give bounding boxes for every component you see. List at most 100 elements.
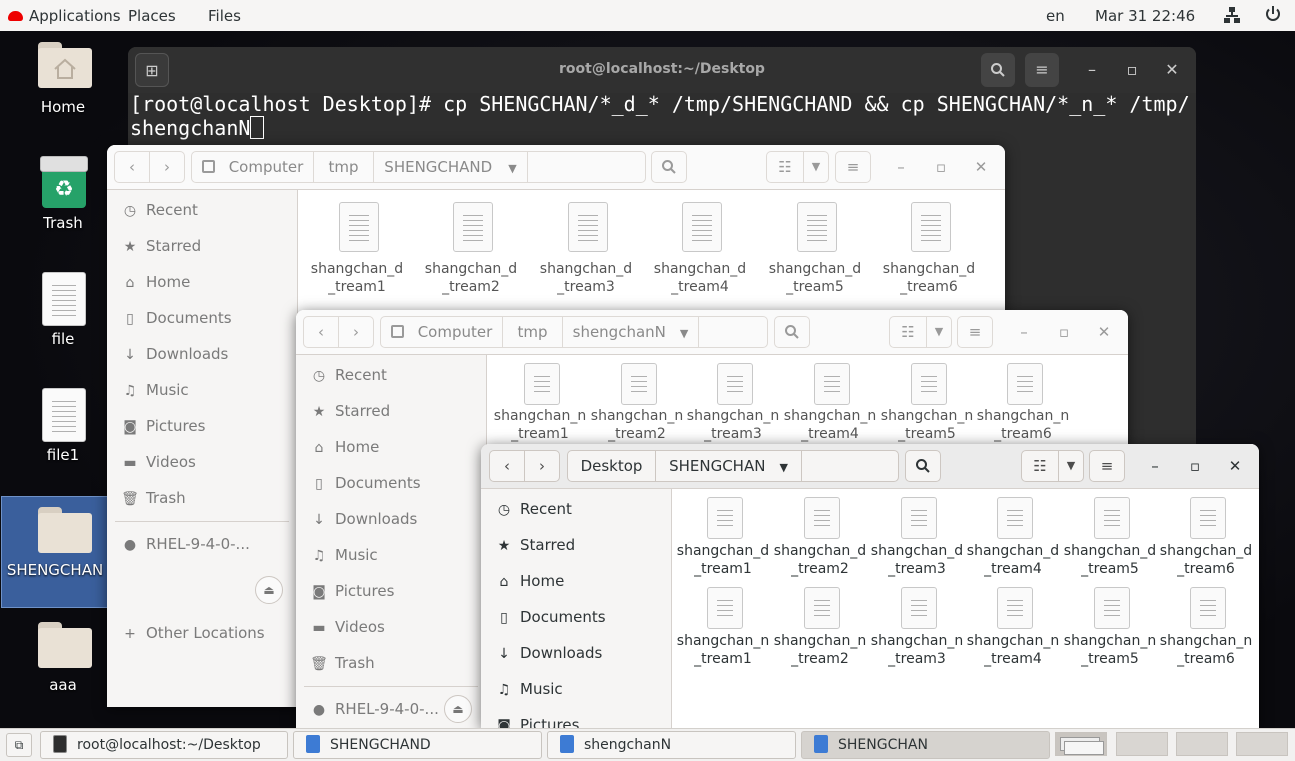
file-item[interactable]: shangchan_d_tream1 bbox=[675, 497, 771, 577]
crumb-tmp[interactable]: tmp bbox=[503, 317, 563, 347]
minimize-icon[interactable]: – bbox=[1075, 53, 1109, 87]
sidebar-item-recent[interactable]: ◷ Recent bbox=[310, 366, 387, 386]
minimize-icon[interactable]: – bbox=[1139, 450, 1171, 482]
sidebar-item-device[interactable]: ● RHEL-9-4-0-... bbox=[121, 535, 250, 555]
file-item[interactable]: shangchan_n_tream5 bbox=[1062, 587, 1158, 667]
language-indicator[interactable]: en bbox=[1046, 7, 1065, 25]
workspace-3[interactable] bbox=[1176, 732, 1228, 756]
file-item[interactable]: shangchan_n_tream6 bbox=[1158, 587, 1254, 667]
forward-button[interactable]: › bbox=[524, 450, 560, 482]
sidebar-item-device[interactable]: ● RHEL-9-4-0-... bbox=[310, 700, 439, 720]
task-terminal[interactable]: root@localhost:~/Desktop bbox=[40, 731, 288, 759]
file-item[interactable]: shangchan_d_tream3 bbox=[869, 497, 965, 577]
terminal-output[interactable]: [root@localhost Desktop]# cp SHENGCHAN/*… bbox=[130, 93, 1190, 140]
sidebar-item-documents[interactable]: ▯ Documents bbox=[310, 474, 420, 494]
task-shengchann[interactable]: shengchanN bbox=[547, 731, 796, 759]
sidebar-item-recent[interactable]: ◷ Recent bbox=[495, 500, 572, 520]
sidebar-item-recent[interactable]: ◷ Recent bbox=[121, 201, 198, 221]
sidebar-item-music[interactable]: ♫ Music bbox=[310, 546, 378, 566]
maximize-icon[interactable]: ▫ bbox=[1048, 316, 1080, 348]
view-list-button[interactable]: ☷ bbox=[1021, 450, 1059, 482]
file-item[interactable]: shangchan_n_tream4 bbox=[782, 363, 878, 443]
network-wired-icon[interactable] bbox=[1224, 6, 1240, 28]
sidebar-item-starred[interactable]: ★ Starred bbox=[121, 237, 201, 257]
file-item[interactable]: shangchan_d_tream4 bbox=[652, 202, 748, 295]
file-item[interactable]: shangchan_n_tream1 bbox=[492, 363, 588, 443]
file-item[interactable]: shangchan_n_tream4 bbox=[965, 587, 1061, 667]
view-list-button[interactable]: ☷ bbox=[889, 316, 927, 348]
close-icon[interactable]: ✕ bbox=[1088, 316, 1120, 348]
sidebar-item-music[interactable]: ♫ Music bbox=[121, 381, 189, 401]
sidebar-item-documents[interactable]: ▯ Documents bbox=[121, 309, 231, 329]
file-item[interactable]: shangchan_n_tream2 bbox=[772, 587, 868, 667]
maximize-icon[interactable]: ▫ bbox=[1179, 450, 1211, 482]
sidebar-item-videos[interactable]: ▬ Videos bbox=[121, 453, 195, 473]
desktop-icon-aaa[interactable]: aaa bbox=[10, 620, 118, 700]
back-button[interactable]: ‹ bbox=[114, 151, 150, 183]
menu-button[interactable]: ≡ bbox=[835, 151, 871, 183]
sidebar-item-home[interactable]: ⌂ Home bbox=[121, 273, 191, 293]
sidebar-item-starred[interactable]: ★ Starred bbox=[495, 536, 575, 556]
workspace-1[interactable] bbox=[1055, 732, 1107, 756]
file-item[interactable]: shangchan_n_tream1 bbox=[675, 587, 771, 667]
file-item[interactable]: shangchan_d_tream4 bbox=[965, 497, 1061, 577]
crumb-tmp[interactable]: tmp bbox=[314, 152, 374, 182]
view-options-button[interactable]: ▼ bbox=[1058, 450, 1084, 482]
file-item[interactable]: shangchan_d_tream1 bbox=[309, 202, 405, 295]
crumb-desktop[interactable]: Desktop bbox=[568, 451, 656, 481]
hamburger-menu-icon[interactable]: ≡ bbox=[1025, 53, 1059, 87]
desktop-icon-file[interactable]: file bbox=[10, 272, 118, 352]
search-button[interactable] bbox=[905, 450, 941, 482]
forward-button[interactable]: › bbox=[338, 316, 374, 348]
search-button[interactable] bbox=[651, 151, 687, 183]
power-icon[interactable] bbox=[1265, 5, 1281, 27]
sidebar-item-pictures[interactable]: ◙ Pictures bbox=[121, 417, 205, 437]
file-item[interactable]: shangchan_n_tream5 bbox=[879, 363, 975, 443]
view-options-button[interactable]: ▼ bbox=[926, 316, 952, 348]
file-item[interactable]: shangchan_n_tream3 bbox=[869, 587, 965, 667]
file-item[interactable]: shangchan_n_tream3 bbox=[685, 363, 781, 443]
file-item[interactable]: shangchan_d_tream3 bbox=[538, 202, 634, 295]
search-icon[interactable] bbox=[981, 53, 1015, 87]
back-button[interactable]: ‹ bbox=[303, 316, 339, 348]
sidebar-item-trash[interactable]: 🗑 Trash bbox=[310, 654, 375, 674]
eject-icon[interactable]: ⏏ bbox=[255, 576, 283, 604]
crumb-computer[interactable]: Computer bbox=[192, 152, 314, 182]
sidebar-item-other-locations[interactable]: + Other Locations bbox=[121, 624, 265, 644]
menu-button[interactable]: ≡ bbox=[957, 316, 993, 348]
file-item[interactable]: shangchan_d_tream2 bbox=[772, 497, 868, 577]
forward-button[interactable]: › bbox=[149, 151, 185, 183]
sidebar-item-downloads[interactable]: ↓ Downloads bbox=[310, 510, 417, 530]
sidebar-item-pictures[interactable]: ◙ Pictures bbox=[310, 582, 394, 602]
file-item[interactable]: shangchan_d_tream2 bbox=[423, 202, 519, 295]
view-list-button[interactable]: ☷ bbox=[766, 151, 804, 183]
back-button[interactable]: ‹ bbox=[489, 450, 525, 482]
task-shengchan[interactable]: SHENGCHAN bbox=[801, 731, 1050, 759]
crumb-shengchann[interactable]: shengchanN ▼ bbox=[563, 317, 699, 347]
desktop-icon-home[interactable]: Home bbox=[10, 42, 118, 122]
file-item[interactable]: shangchan_d_tream5 bbox=[767, 202, 863, 295]
sidebar-item-trash[interactable]: 🗑 Trash bbox=[121, 489, 186, 509]
applications-menu[interactable]: Applications bbox=[8, 7, 121, 25]
file-item[interactable]: shangchan_d_tream6 bbox=[881, 202, 977, 295]
sidebar-item-documents[interactable]: ▯ Documents bbox=[495, 608, 605, 628]
file-item[interactable]: shangchan_d_tream6 bbox=[1158, 497, 1254, 577]
show-desktop-icon[interactable]: ⧉ bbox=[6, 733, 32, 757]
sidebar-item-music[interactable]: ♫ Music bbox=[495, 680, 563, 700]
sidebar-item-home[interactable]: ⌂ Home bbox=[495, 572, 565, 592]
sidebar-item-downloads[interactable]: ↓ Downloads bbox=[495, 644, 602, 664]
task-shengchand[interactable]: SHENGCHAND bbox=[293, 731, 542, 759]
sidebar-item-home[interactable]: ⌂ Home bbox=[310, 438, 380, 458]
workspace-2[interactable] bbox=[1116, 732, 1168, 756]
workspace-4[interactable] bbox=[1236, 732, 1288, 756]
desktop-icon-trash[interactable]: ♻ Trash bbox=[10, 156, 118, 236]
maximize-icon[interactable]: ▫ bbox=[1115, 53, 1149, 87]
sidebar-item-videos[interactable]: ▬ Videos bbox=[310, 618, 384, 638]
sidebar-item-downloads[interactable]: ↓ Downloads bbox=[121, 345, 228, 365]
file-item[interactable]: shangchan_n_tream6 bbox=[975, 363, 1071, 443]
search-button[interactable] bbox=[774, 316, 810, 348]
close-icon[interactable]: ✕ bbox=[1155, 53, 1189, 87]
desktop-icon-shengchan[interactable]: SHENGCHAN bbox=[1, 496, 109, 608]
sidebar-item-starred[interactable]: ★ Starred bbox=[310, 402, 390, 422]
minimize-icon[interactable]: – bbox=[1008, 316, 1040, 348]
